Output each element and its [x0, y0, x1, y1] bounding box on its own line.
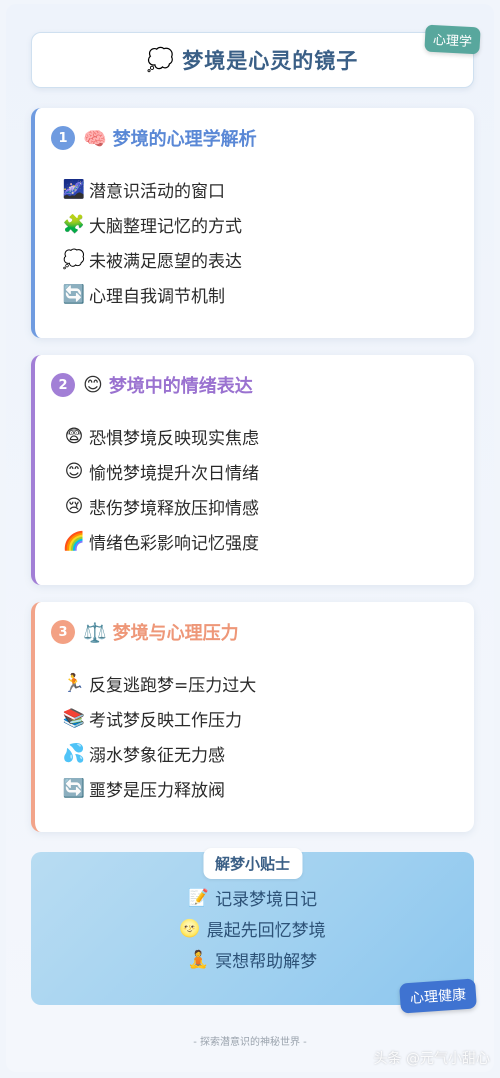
section-list: 😨 恐惧梦境反映现实焦虑 😊 愉悦梦境提升次日情绪 😢 悲伤梦境释放压抑情感 🌈 情绪色…: [61, 419, 259, 559]
list-item-text: 心理自我调节机制: [89, 287, 225, 307]
tips-card: 解梦小贴士 📝 记录梦境日记 🌝 晨起先回忆梦境 🧘 冥想帮助解梦 心理健康: [31, 848, 477, 1014]
section-title: 梦境的心理学解析: [112, 129, 257, 150]
fearful-face-icon: 😨: [64, 426, 84, 447]
section-number-badge: 3: [51, 620, 75, 644]
smiley-icon: 😊: [64, 461, 84, 482]
crying-face-icon: 😢: [64, 496, 84, 517]
section-header: 1 🧠 梦境的心理学解析: [51, 125, 257, 151]
section-header: 3 ⚖️ 梦境与心理压力: [51, 619, 239, 645]
section-header: 2 😊 梦境中的情绪表达: [51, 372, 253, 398]
list-item: 📚 考试梦反映工作压力: [61, 701, 256, 736]
list-item: 😨 恐惧梦境反映现实焦虑: [61, 419, 259, 454]
list-item-text: 潜意识活动的窗口: [89, 182, 225, 202]
section-list: 🏃 反复逃跑梦=压力过大 📚 考试梦反映工作压力 💦 溺水梦象征无力感 🔄 噩梦是压力释…: [61, 666, 256, 806]
meditation-icon: 🧘: [187, 949, 210, 970]
footer-text: - 探索潜意识的神秘世界 -: [193, 1037, 307, 1048]
running-person-icon: 🏃: [62, 673, 86, 694]
list-item: 🔄 噩梦是压力释放阀: [61, 771, 256, 806]
balance-scale-icon: ⚖️: [83, 621, 107, 644]
list-item-text: 噩梦是压力释放阀: [89, 781, 225, 801]
list-item: 😊 愉悦梦境提升次日情绪: [61, 454, 259, 489]
section-dream-psychology: 1 🧠 梦境的心理学解析 🌌 潜意识活动的窗口 🧩 大脑整理记忆的方式 💭 未被满足愿…: [31, 108, 474, 338]
list-item: 🌌 潜意识活动的窗口: [61, 172, 242, 207]
tips-title: 解梦小贴士: [202, 848, 303, 879]
list-item-text: 恐惧梦境反映现实焦虑: [89, 429, 259, 449]
section-title: 梦境与心理压力: [112, 623, 239, 644]
list-item-text: 大脑整理记忆的方式: [89, 217, 242, 237]
list-item-text: 情绪色彩影响记忆强度: [89, 534, 259, 554]
tip-text: 记录梦境日记: [215, 890, 318, 910]
list-item-text: 愉悦梦境提升次日情绪: [89, 464, 259, 484]
tip-item: 🌝 晨起先回忆梦境: [31, 913, 474, 944]
section-dream-stress: 3 ⚖️ 梦境与心理压力 🏃 反复逃跑梦=压力过大 📚 考试梦反映工作压力 💦 溺水梦…: [31, 602, 474, 832]
list-item: 💦 溺水梦象征无力感: [61, 736, 256, 771]
cycle-arrows-icon: 🔄: [62, 778, 86, 799]
memo-icon: 📝: [187, 887, 210, 908]
water-drops-icon: 💦: [62, 743, 86, 764]
puzzle-icon: 🧩: [62, 214, 86, 235]
list-item-text: 反复逃跑梦=压力过大: [89, 676, 257, 696]
books-icon: 📚: [62, 708, 86, 729]
list-item: 💭 未被满足愿望的表达: [61, 242, 242, 277]
cycle-arrows-icon: 🔄: [62, 284, 86, 305]
milky-way-icon: 🌌: [62, 179, 86, 200]
list-item: 🌈 情绪色彩影响记忆强度: [61, 524, 259, 559]
moon-face-icon: 🌝: [179, 918, 201, 939]
title-card: 💭 梦境是心灵的镜子: [31, 32, 474, 88]
list-item-text: 悲伤梦境释放压抑情感: [89, 499, 259, 519]
thought-bubble-icon: 💭: [62, 249, 86, 270]
list-item-text: 考试梦反映工作压力: [89, 711, 242, 731]
list-item: 🏃 反复逃跑梦=压力过大: [61, 666, 256, 701]
section-number-badge: 1: [51, 126, 75, 150]
list-item-text: 未被满足愿望的表达: [89, 252, 242, 272]
section-title: 梦境中的情绪表达: [108, 376, 253, 397]
brain-icon: 🧠: [83, 127, 107, 150]
smiley-icon: 😊: [83, 374, 103, 396]
mental-health-tag: 心理健康: [399, 978, 477, 1014]
page-title: 梦境是心灵的镜子: [182, 49, 359, 73]
list-item: 🔄 心理自我调节机制: [61, 277, 242, 312]
psychology-tag: 心理学: [424, 24, 481, 55]
tip-text: 冥想帮助解梦: [215, 952, 318, 972]
tip-item: 🧘 冥想帮助解梦: [31, 944, 474, 975]
section-number-badge: 2: [51, 373, 75, 397]
list-item-text: 溺水梦象征无力感: [89, 746, 225, 766]
tips-list: 📝 记录梦境日记 🌝 晨起先回忆梦境 🧘 冥想帮助解梦: [31, 882, 474, 975]
tip-text: 晨起先回忆梦境: [206, 921, 326, 941]
watermark: 头条 @元气小甜心: [373, 1051, 490, 1067]
section-dream-emotions: 2 😊 梦境中的情绪表达 😨 恐惧梦境反映现实焦虑 😊 愉悦梦境提升次日情绪 😢 悲伤…: [31, 355, 474, 585]
tip-item: 📝 记录梦境日记: [31, 882, 474, 913]
rainbow-icon: 🌈: [62, 531, 86, 552]
list-item: 😢 悲伤梦境释放压抑情感: [61, 489, 259, 524]
thought-bubble-icon: 💭: [146, 47, 175, 73]
section-list: 🌌 潜意识活动的窗口 🧩 大脑整理记忆的方式 💭 未被满足愿望的表达 🔄 心理自我调节机…: [61, 172, 242, 312]
list-item: 🧩 大脑整理记忆的方式: [61, 207, 242, 242]
